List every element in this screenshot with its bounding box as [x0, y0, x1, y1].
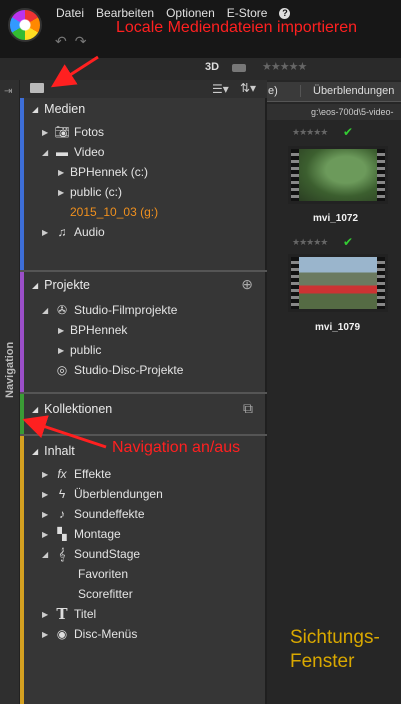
nav-item-studio-disc-projekte[interactable]: ◎ Studio-Disc-Projekte — [54, 362, 184, 378]
montage-icon: ▚ — [57, 527, 67, 541]
annotation-import: Locale Mediendateien importieren — [116, 19, 358, 36]
pin-icon[interactable]: ⇥ — [4, 86, 12, 97]
navigation-panel: ☰▾ ⇅▾ ◢ Medien ▶ 📷︎ Fotos ◢ ▬ Video ▶ BPHennek… — [20, 80, 267, 704]
nav-item-favoriten[interactable]: Favoriten — [78, 566, 128, 582]
nav-item-ueberblendungen[interactable]: ▶ ϟ Überblendungen — [42, 486, 163, 502]
nav-item-bphennek-c[interactable]: ▶ BPHennek (c:) — [58, 164, 148, 180]
nav-item-public[interactable]: ▶ public — [58, 342, 101, 358]
navigation-toggle-label[interactable]: Navigation — [4, 342, 16, 398]
tab-partial[interactable]: e) — [268, 85, 278, 97]
nav-item-disc-menues[interactable]: ▶ ◉ Disc-Menüs — [42, 626, 137, 642]
film-strip-icon — [377, 257, 385, 309]
medien-color-bar — [20, 98, 24, 270]
projekte-color-bar — [20, 272, 24, 392]
title-t-icon: T — [56, 605, 68, 623]
collection-icon[interactable]: ⧉ — [243, 400, 253, 417]
3d-toggle-button[interactable]: 3D — [205, 61, 219, 73]
section-projekte: ◢ Projekte ⊕ ◢ ✇ Studio-Filmprojekte ▶ BPHen… — [20, 272, 267, 392]
section-title-inhalt[interactable]: ◢ Inhalt — [32, 444, 75, 458]
new-project-icon[interactable]: ⊕ — [241, 276, 253, 293]
music-note-icon: ♫ — [57, 225, 67, 239]
section-inhalt: ◢ Inhalt ▶ fx Effekte ▶ ϟ Überblendungen ▶ ♪ So… — [20, 436, 267, 704]
nav-item-soundeffekte[interactable]: ▶ ♪ Soundeffekte — [42, 506, 145, 522]
clip-name: mvi_1079 — [315, 322, 361, 333]
nav-item-montage[interactable]: ▶ ▚ Montage — [42, 526, 121, 542]
menu-e-store[interactable]: E-Store — [227, 6, 268, 20]
nav-header: ☰▾ ⇅▾ — [20, 80, 267, 98]
clip-name: mvi_1072 — [313, 213, 359, 224]
disc-icon: ◉ — [56, 627, 68, 641]
film-reel-icon: ✇ — [56, 303, 68, 317]
clip-rating[interactable]: ★★★★★ — [292, 127, 328, 138]
checkmark-icon: ✔ — [343, 235, 354, 249]
nav-item-titel[interactable]: ▶ T Titel — [42, 605, 96, 623]
import-folder-icon[interactable] — [30, 83, 44, 93]
film-strip-icon — [291, 257, 299, 309]
film-strip-icon — [291, 149, 299, 201]
nav-item-bphennek[interactable]: ▶ BPHennek — [58, 322, 127, 338]
film-strip-icon — [377, 149, 385, 201]
treble-clef-icon: 𝄞 — [58, 546, 66, 561]
section-title-kollektionen[interactable]: ◢ Kollektionen — [32, 402, 112, 416]
annotation-nav-toggle: Navigation an/aus — [112, 439, 241, 456]
menu-bearbeiten[interactable]: Bearbeiten — [96, 6, 154, 20]
nav-item-soundstage[interactable]: ◢ 𝄞 SoundStage — [42, 546, 140, 562]
clip-rating[interactable]: ★★★★★ — [292, 237, 328, 248]
menu-optionen[interactable]: Optionen — [166, 6, 215, 20]
nav-item-audio[interactable]: ▶ ♫ Audio — [42, 224, 105, 240]
nav-item-fotos[interactable]: ▶ 📷︎ Fotos — [42, 124, 104, 140]
lightning-icon: ϟ — [58, 487, 66, 501]
music-note-icon: ♪ — [59, 507, 65, 521]
viewer-annotation-text: Sichtungs- Fenster — [290, 627, 380, 672]
inhalt-color-bar — [20, 436, 24, 704]
section-medien: ◢ Medien ▶ 📷︎ Fotos ◢ ▬ Video ▶ BPHennek (c:) … — [20, 98, 267, 270]
disc-icon: ◎ — [56, 363, 68, 377]
section-title-medien[interactable]: ◢ Medien — [32, 102, 85, 116]
fx-icon: fx — [57, 467, 67, 481]
section-title-projekte[interactable]: ◢ Projekte — [32, 278, 90, 292]
kollektionen-color-bar — [20, 394, 24, 434]
camera-icon: 📷︎ — [54, 125, 70, 139]
nav-item-public-c[interactable]: ▶ public (c:) — [58, 184, 122, 200]
clip-preview-image — [299, 257, 377, 309]
nav-item-effekte[interactable]: ▶ fx Effekte — [42, 466, 111, 482]
nav-item-video[interactable]: ◢ ▬ Video — [42, 144, 104, 160]
help-icon[interactable]: ? — [279, 8, 291, 19]
rating-filter[interactable]: ★★★★★ — [262, 60, 307, 73]
app-logo-icon[interactable] — [8, 8, 42, 42]
video-icon: ▬ — [56, 145, 68, 159]
nav-item-2015-10-03[interactable]: 2015_10_03 (g:) — [70, 204, 158, 220]
viewer-annotation: Sichtungs- Fenster — [290, 626, 380, 674]
clip-preview-image — [299, 149, 377, 201]
clip-thumbnail[interactable] — [288, 146, 388, 204]
menu-datei[interactable]: Datei — [56, 6, 84, 20]
checkmark-icon: ✔ — [343, 125, 354, 139]
clip-thumbnail[interactable] — [288, 254, 388, 312]
nav-item-scorefitter[interactable]: Scorefitter — [78, 586, 133, 602]
main-menu: Datei Bearbeiten Optionen E-Store ? — [56, 6, 291, 20]
tab-ueberblendungen[interactable]: Überblendungen — [300, 85, 394, 97]
sort-icon[interactable]: ⇅▾ — [240, 81, 256, 95]
browser-toolbar — [0, 58, 401, 80]
undo-redo-icons[interactable]: ↶↷ — [55, 33, 94, 50]
tag-icon[interactable] — [232, 64, 246, 72]
folder-path: g:\eos-700d\5-video- — [267, 104, 401, 120]
nav-item-studio-filmprojekte[interactable]: ◢ ✇ Studio-Filmprojekte — [42, 302, 177, 318]
section-kollektionen: ◢ Kollektionen ⧉ — [20, 394, 267, 434]
list-view-icon[interactable]: ☰▾ — [212, 82, 229, 96]
